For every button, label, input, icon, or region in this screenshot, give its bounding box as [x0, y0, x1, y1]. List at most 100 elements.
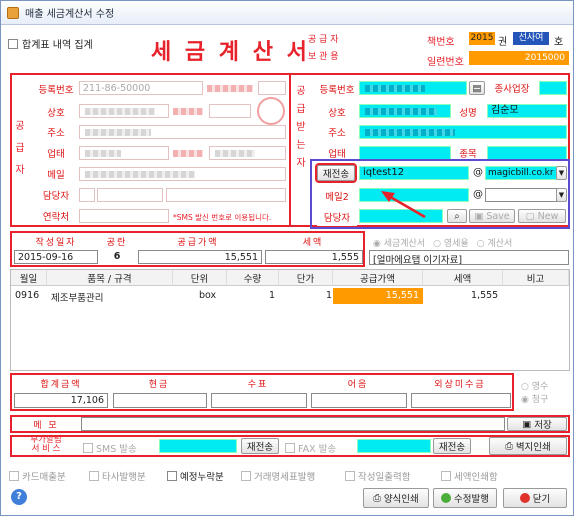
memo-save-button[interactable]: ▣ 저장	[507, 417, 567, 431]
resend-button[interactable]: 재전송	[315, 163, 357, 183]
option-tax-print[interactable]: 세액인쇄함	[441, 469, 531, 483]
sup-email-label: 메일	[35, 165, 77, 183]
sup-ceo-input[interactable]	[209, 104, 251, 118]
check-circle-icon	[441, 493, 452, 503]
doc-type-radios[interactable]: ◉ 세금계산서 ○ 영세율 ○ 계산서	[373, 236, 512, 249]
addon-label: 부가알림 서 비 스	[14, 436, 78, 454]
option-date-checkbox[interactable]	[345, 471, 355, 481]
tax-total-input[interactable]: 1,555	[265, 250, 363, 264]
fax-checkbox[interactable]	[285, 443, 295, 453]
close-button[interactable]: 닫기	[503, 488, 567, 508]
total-label: 합계금액	[40, 379, 82, 390]
radio-tax-invoice[interactable]: ◉ 세금계산서	[373, 236, 425, 249]
option-other-checkbox[interactable]	[89, 471, 99, 481]
option-tax-print-checkbox[interactable]	[441, 471, 451, 481]
grid-header-unit: 단위	[173, 270, 227, 286]
floppy-icon: ▣	[522, 418, 532, 430]
sup-contact-input[interactable]	[79, 209, 169, 223]
rec-email-id-input[interactable]: iqtest12	[359, 166, 469, 180]
radio-bill-label: 계산서	[487, 239, 513, 249]
row-unit[interactable]: box	[199, 290, 216, 301]
sup-ceo-label-blur	[173, 108, 203, 115]
rec-email2-label: 메일2	[317, 187, 357, 205]
row-supply[interactable]: 15,551	[333, 288, 423, 304]
sup-item-label-blur	[173, 150, 203, 157]
check-input[interactable]	[211, 393, 307, 408]
sup-reg-input[interactable]: 211-86-50000	[79, 81, 203, 95]
memo-input[interactable]	[81, 417, 505, 431]
memo-label: 메 모	[33, 420, 59, 431]
rec-email2-domain-select[interactable]	[485, 188, 557, 202]
sup-item-blur	[215, 150, 255, 157]
sup-biz-label: 업태	[35, 144, 77, 162]
rec-addr-blur	[365, 129, 455, 136]
sms-resend-button[interactable]: 재전송	[241, 438, 279, 454]
domain-dropdown[interactable]: ▼	[556, 166, 567, 180]
sum-check-row[interactable]: 합계표 내역 집계	[8, 36, 93, 51]
date-input[interactable]: 2015-09-16	[14, 250, 98, 264]
sup-manager-input[interactable]	[97, 188, 163, 202]
radio-claim-label: 청구	[531, 395, 549, 405]
row-date[interactable]: 0916	[15, 290, 39, 301]
chevron-down-icon: ▼	[558, 191, 565, 199]
floppy-icon: ▣	[474, 210, 484, 222]
rec-ceo-input[interactable]: 김순모	[487, 104, 567, 118]
sms-check[interactable]: SMS 발송	[83, 441, 137, 455]
sms-label: SMS 발송	[96, 444, 137, 455]
radio-zero-rate[interactable]: ○ 영세율	[433, 236, 469, 249]
fax-input[interactable]	[357, 439, 431, 453]
sum-checkbox[interactable]	[8, 38, 18, 49]
save-button[interactable]: ▣ Save	[469, 209, 515, 223]
option-planned[interactable]: 예정누락분	[167, 469, 241, 483]
option-statement[interactable]: 거래명세표발행	[241, 469, 345, 483]
rec-branch-input[interactable]	[539, 81, 567, 95]
receivable-input[interactable]	[411, 393, 511, 408]
row-qty[interactable]: 1	[269, 290, 275, 301]
total-amount-input[interactable]: 17,106	[14, 393, 108, 408]
table-row[interactable]: 0916 제조부품관리 box 1 1 15,551 1,555	[11, 288, 569, 304]
fax-check[interactable]: FAX 발송	[285, 441, 336, 455]
help-icon[interactable]: ?	[11, 489, 27, 505]
wall-print-button[interactable]: ⎙ 벽지인쇄	[489, 437, 567, 455]
form-print-button[interactable]: ⎙ 양식인쇄	[363, 488, 429, 508]
radio-claim[interactable]: ◉ 청구	[521, 394, 548, 407]
cash-input[interactable]	[113, 393, 207, 408]
book-selector[interactable]: 선사여	[513, 32, 549, 45]
sup-branch-input[interactable]	[258, 81, 286, 95]
row-price[interactable]: 1	[326, 290, 332, 301]
sms-checkbox[interactable]	[83, 443, 93, 453]
rec-item-input[interactable]	[487, 146, 567, 160]
option-statement-checkbox[interactable]	[241, 471, 251, 481]
option-other-label: 타사발행분	[102, 472, 146, 483]
option-card[interactable]: 카드매출분	[9, 469, 89, 483]
receipt-claim-radios[interactable]: ○ 영수 ◉ 청구	[521, 381, 548, 407]
domain2-dropdown[interactable]: ▼	[556, 188, 567, 202]
radio-receipt[interactable]: ○ 영수	[521, 381, 548, 394]
option-planned-checkbox[interactable]	[167, 471, 177, 481]
row-item[interactable]: 제조부품관리	[51, 290, 103, 304]
option-card-checkbox[interactable]	[9, 471, 19, 481]
update-issue-button[interactable]: 수정발행	[433, 488, 497, 508]
fax-resend-button[interactable]: 재전송	[433, 438, 471, 454]
radio-receipt-label: 영수	[531, 382, 549, 392]
memo-save-label: 저장	[534, 420, 552, 431]
option-date[interactable]: 작성일출력함	[345, 469, 441, 483]
supply-total-input[interactable]: 15,551	[138, 250, 262, 264]
rec-email-domain-select[interactable]: magicbill.co.kr	[485, 166, 557, 180]
note-input[interactable]: [얼마에요탭 이기자료]	[369, 250, 569, 265]
rec-biz-input[interactable]	[359, 146, 451, 160]
app-icon	[7, 6, 19, 19]
sup-manager-picker[interactable]	[79, 188, 95, 202]
rec-manager-label: 담당자	[317, 208, 357, 226]
manager-search-button[interactable]: ⌕	[447, 209, 467, 223]
sms-input[interactable]	[159, 439, 237, 453]
serial-value[interactable]: 2015000	[469, 51, 569, 65]
rec-lookup-button[interactable]: ▤	[469, 81, 485, 95]
sup-manager-extra[interactable]	[166, 188, 286, 202]
bill-input[interactable]	[311, 393, 407, 408]
new-button[interactable]: ▢ New	[518, 209, 566, 223]
book-value[interactable]: 2015	[469, 32, 495, 45]
radio-bill[interactable]: ○ 계산서	[477, 236, 513, 249]
option-other[interactable]: 타사발행분	[89, 469, 167, 483]
row-tax[interactable]: 1,555	[471, 290, 498, 301]
